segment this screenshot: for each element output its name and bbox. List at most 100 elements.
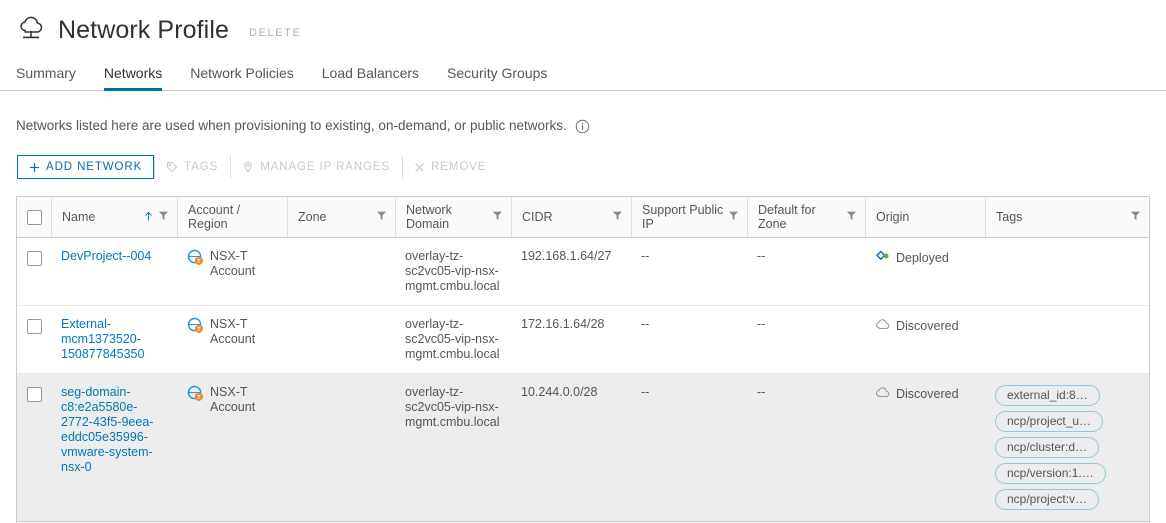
column-header-cidr[interactable]: CIDR (511, 197, 631, 237)
network-profile-page: Network Profile DELETE Summary Networks … (0, 0, 1166, 523)
column-header-name-label: Name (62, 210, 96, 224)
table-row[interactable]: External-mcm1373520-150877845350 T NSX-T… (17, 305, 1149, 373)
sort-ascending-icon[interactable] (144, 211, 153, 223)
column-header-account-region[interactable]: Account / Region (177, 197, 287, 237)
column-header-network-domain-label: Network Domain (406, 203, 452, 231)
page-header: Network Profile DELETE (0, 0, 1166, 48)
filter-icon-cidr[interactable] (612, 210, 623, 224)
add-network-label: ADD NETWORK (46, 161, 143, 173)
tag-chip[interactable]: ncp/project_u… (995, 411, 1104, 432)
tag-chip[interactable]: external_id:8… (995, 385, 1100, 406)
row-checkbox[interactable] (26, 251, 42, 266)
tag-chip[interactable]: ncp/cluster:d… (995, 437, 1100, 458)
column-header-origin[interactable]: Origin (865, 197, 985, 237)
network-name-link[interactable]: seg-domain-c8:e2a5580e-2772-43f5-9eea-ed… (61, 385, 169, 475)
cell-tags (985, 238, 1149, 305)
tab-security-groups[interactable]: Security Groups (447, 65, 547, 90)
tag-chip[interactable]: ncp/version:1.… (995, 463, 1106, 484)
column-header-cidr-label: CIDR (522, 210, 553, 224)
row-select-cell (17, 238, 51, 305)
location-pin-icon (242, 161, 254, 173)
column-header-network-domain[interactable]: Network Domain (395, 197, 511, 237)
cell-support-public-ip: -- (641, 249, 650, 263)
cell-account-region: T NSX-T Account (177, 374, 287, 521)
cell-network-domain: overlay-tz-sc2vc05-vip-nsx-mgmt.cmbu.loc… (405, 317, 500, 361)
cell-network-domain: overlay-tz-sc2vc05-vip-nsx-mgmt.cmbu.loc… (405, 249, 500, 293)
tags-label: TAGS (184, 161, 219, 173)
column-header-tags[interactable]: Tags (985, 197, 1149, 237)
column-header-zone[interactable]: Zone (287, 197, 395, 237)
close-x-icon (414, 162, 425, 173)
remove-label: REMOVE (431, 161, 487, 173)
account-region-text: NSX-T Account (210, 385, 256, 414)
filter-icon-tags[interactable] (1130, 210, 1141, 224)
row-select-cell (17, 306, 51, 373)
cell-support-public-ip: -- (641, 385, 650, 399)
manage-ip-ranges-label: MANAGE IP RANGES (260, 161, 391, 173)
cell-name: External-mcm1373520-150877845350 (51, 306, 177, 373)
network-name-link[interactable]: DevProject--004 (61, 249, 151, 264)
tab-summary[interactable]: Summary (16, 65, 76, 90)
cell-account-region: T NSX-T Account (177, 238, 287, 305)
action-toolbar: ADD NETWORK TAGS MANAGE IP RANGES REMOVE (17, 155, 1166, 179)
column-header-name[interactable]: Name (51, 197, 177, 237)
column-header-origin-label: Origin (876, 210, 910, 224)
cell-zone (287, 374, 395, 521)
table-body: DevProject--004 T NSX-T Account overlay-… (17, 238, 1149, 521)
cell-support-public-ip: -- (641, 317, 650, 331)
discovered-cloud-icon (875, 385, 890, 404)
table-row[interactable]: seg-domain-c8:e2a5580e-2772-43f5-9eea-ed… (17, 373, 1149, 521)
account-region-text: NSX-T Account (210, 317, 256, 346)
nsx-t-account-icon: T (187, 249, 204, 270)
cell-default-for-zone: -- (757, 249, 766, 263)
row-checkbox[interactable] (26, 387, 42, 402)
deployed-icon (875, 249, 890, 268)
cell-name: DevProject--004 (51, 238, 177, 305)
tab-network-policies[interactable]: Network Policies (190, 65, 293, 90)
cell-tags (985, 306, 1149, 373)
filter-icon-network-domain[interactable] (492, 210, 503, 224)
cell-default-for-zone: -- (757, 317, 766, 331)
cell-origin: Deployed (865, 238, 985, 305)
filter-icon-name[interactable] (158, 210, 169, 224)
manage-ip-ranges-button: MANAGE IP RANGES (230, 155, 402, 179)
nsx-t-account-icon: T (187, 317, 204, 338)
cell-origin: Discovered (865, 374, 985, 521)
column-header-support-public-ip[interactable]: Support Public IP (631, 197, 747, 237)
cell-default-for-zone: -- (757, 385, 766, 399)
nsx-t-account-icon: T (187, 385, 204, 406)
cloud-network-icon (16, 13, 50, 47)
tag-chip[interactable]: ncp/project:v… (995, 489, 1100, 510)
tab-networks[interactable]: Networks (103, 65, 163, 91)
filter-icon-support-public-ip[interactable] (728, 210, 739, 224)
row-checkbox[interactable] (26, 319, 42, 334)
table-row[interactable]: DevProject--004 T NSX-T Account overlay-… (17, 238, 1149, 305)
page-title: Network Profile (58, 16, 229, 44)
cell-cidr: 192.168.1.64/27 (521, 249, 612, 263)
cell-zone (287, 238, 395, 305)
filter-icon-default-for-zone[interactable] (846, 210, 857, 224)
select-all-checkbox[interactable] (26, 209, 42, 225)
account-region-text: NSX-T Account (210, 249, 256, 278)
remove-button: REMOVE (402, 155, 497, 179)
add-network-button[interactable]: ADD NETWORK (17, 155, 155, 179)
column-header-default-for-zone[interactable]: Default for Zone (747, 197, 865, 237)
cell-account-region: T NSX-T Account (177, 306, 287, 373)
description: Networks listed here are used when provi… (16, 117, 1166, 135)
tag-icon (166, 161, 178, 173)
column-header-default-for-zone-label: Default for Zone (758, 203, 816, 231)
origin-text: Deployed (896, 251, 949, 265)
network-name-link[interactable]: External-mcm1373520-150877845350 (61, 317, 169, 362)
delete-button[interactable]: DELETE (249, 21, 301, 39)
filter-icon-zone[interactable] (376, 210, 387, 224)
tags-list: external_id:8… ncp/project_u… ncp/cluste… (995, 385, 1106, 510)
cell-tags: external_id:8… ncp/project_u… ncp/cluste… (985, 374, 1149, 521)
networks-table: Name Account / Region Zone Network Domai… (16, 196, 1150, 523)
column-header-support-public-ip-label: Support Public IP (642, 203, 724, 231)
tab-bar: Summary Networks Network Policies Load B… (0, 58, 1166, 91)
info-circle-icon[interactable] (575, 119, 590, 134)
plus-icon (29, 162, 40, 173)
cell-name: seg-domain-c8:e2a5580e-2772-43f5-9eea-ed… (51, 374, 177, 521)
tab-load-balancers[interactable]: Load Balancers (322, 65, 419, 90)
cell-network-domain: overlay-tz-sc2vc05-vip-nsx-mgmt.cmbu.loc… (405, 385, 500, 429)
